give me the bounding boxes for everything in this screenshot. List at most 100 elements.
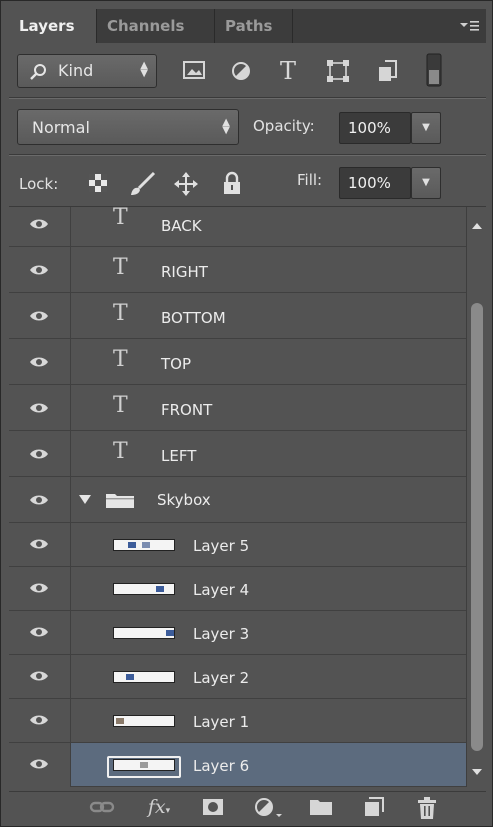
visibility-toggle[interactable] xyxy=(9,523,71,567)
layer-name: FRONT xyxy=(161,401,213,419)
tab-channels[interactable]: Channels xyxy=(97,9,215,43)
layer-style-fx-icon[interactable]: fx▾ xyxy=(141,796,177,820)
layer-row-left[interactable]: T LEFT xyxy=(9,431,466,477)
layer-thumbnail xyxy=(113,627,175,639)
filter-smart-object-icon[interactable] xyxy=(375,59,401,83)
eye-icon xyxy=(30,715,48,725)
layers-scrollbar[interactable] xyxy=(466,207,486,787)
panel-menu-icon[interactable] xyxy=(458,17,480,37)
delete-layer-trash-icon[interactable] xyxy=(413,796,441,820)
layer-name: TOP xyxy=(161,355,192,373)
layer-name: Layer 3 xyxy=(193,625,250,643)
visibility-toggle[interactable] xyxy=(9,207,71,247)
eye-icon xyxy=(30,265,48,275)
link-layers-icon[interactable] xyxy=(87,796,117,820)
folder-icon xyxy=(106,494,134,508)
new-group-folder-icon[interactable] xyxy=(307,796,335,820)
scroll-up-arrow-icon[interactable] xyxy=(472,223,482,229)
fill-label: Fill: xyxy=(297,171,323,189)
filter-toggle-switch[interactable] xyxy=(425,53,443,87)
filter-pixel-icon[interactable] xyxy=(181,60,207,82)
add-mask-icon[interactable] xyxy=(199,796,227,820)
tab-layers[interactable]: Layers xyxy=(9,9,97,43)
layer-row-layer-3[interactable]: Layer 3 xyxy=(9,611,466,655)
lock-position-icon[interactable] xyxy=(173,171,199,197)
eye-icon xyxy=(30,219,48,229)
layer-thumbnail xyxy=(113,715,175,727)
new-adjustment-layer-icon[interactable] xyxy=(251,796,285,820)
visibility-toggle[interactable] xyxy=(9,339,71,385)
dropdown-arrows-icon: ▲ ▼ xyxy=(222,117,230,136)
layer-row-layer-2[interactable]: Layer 2 xyxy=(9,655,466,699)
fill-slider-toggle[interactable]: ▼ xyxy=(411,167,441,199)
eye-icon xyxy=(30,311,48,321)
layers-bottom-bar: fx▾ xyxy=(9,791,486,823)
layer-name: Layer 6 xyxy=(193,757,250,775)
layer-name: LEFT xyxy=(161,447,197,465)
layer-row-layer-5[interactable]: Layer 5 xyxy=(9,523,466,567)
eye-icon xyxy=(30,403,48,413)
visibility-toggle[interactable] xyxy=(9,655,71,699)
opacity-input[interactable]: 100% xyxy=(339,112,411,144)
layer-row-back[interactable]: T BACK xyxy=(9,207,466,247)
layer-group-skybox[interactable]: Skybox xyxy=(9,477,466,523)
layers-panel: Layers Channels Paths Kind ▲ ▼ T Normal ▲… xyxy=(0,0,493,827)
lock-image-pixels-icon[interactable] xyxy=(127,171,157,197)
layer-row-layer-6[interactable]: Layer 6 xyxy=(9,743,466,787)
layer-row-layer-1[interactable]: Layer 1 xyxy=(9,699,466,743)
filter-kind-dropdown[interactable]: Kind ▲ ▼ xyxy=(17,54,157,88)
visibility-toggle[interactable] xyxy=(9,567,71,611)
panel-tab-bar: Layers Channels Paths xyxy=(9,9,486,43)
type-layer-icon: T xyxy=(113,393,128,418)
lock-all-icon[interactable] xyxy=(221,171,243,197)
eye-icon xyxy=(30,759,48,769)
layers-list: T BACK T RIGHT T BOTTOM T TOP T FRONT T … xyxy=(9,207,466,787)
layer-name: BOTTOM xyxy=(161,309,226,327)
eye-icon xyxy=(30,583,48,593)
blend-mode-dropdown[interactable]: Normal ▲ ▼ xyxy=(17,109,239,145)
layer-thumbnail xyxy=(113,671,175,683)
scrollbar-thumb[interactable] xyxy=(471,303,483,751)
layer-row-top[interactable]: T TOP xyxy=(9,339,466,385)
visibility-toggle[interactable] xyxy=(9,699,71,743)
filter-adjustment-icon[interactable] xyxy=(229,60,253,82)
layer-row-bottom[interactable]: T BOTTOM xyxy=(9,293,466,339)
new-layer-icon[interactable] xyxy=(359,796,387,820)
layer-name: RIGHT xyxy=(161,263,208,281)
group-expand-arrow-icon[interactable] xyxy=(79,495,91,504)
eye-icon xyxy=(30,357,48,367)
fill-input[interactable]: 100% xyxy=(339,167,411,199)
layer-row-front[interactable]: T FRONT xyxy=(9,385,466,431)
lock-transparent-pixels-icon[interactable] xyxy=(87,173,109,195)
visibility-toggle[interactable] xyxy=(9,385,71,431)
layer-row-layer-4[interactable]: Layer 4 xyxy=(9,567,466,611)
layer-thumbnail xyxy=(113,583,175,595)
filter-type-icon[interactable]: T xyxy=(275,57,301,85)
type-layer-icon: T xyxy=(113,347,128,372)
scroll-down-arrow-icon[interactable] xyxy=(472,769,482,775)
eye-icon xyxy=(30,495,48,505)
layer-thumbnail xyxy=(113,539,175,551)
visibility-toggle[interactable] xyxy=(9,247,71,293)
layer-row-right[interactable]: T RIGHT xyxy=(9,247,466,293)
layer-name: Skybox xyxy=(157,491,211,509)
type-layer-icon: T xyxy=(113,301,128,326)
visibility-toggle[interactable] xyxy=(9,431,71,477)
lock-label: Lock: xyxy=(19,175,59,193)
layer-name: BACK xyxy=(161,217,202,235)
type-layer-icon: T xyxy=(113,255,128,280)
filter-kind-label: Kind xyxy=(58,61,94,80)
filter-shape-icon[interactable] xyxy=(325,59,351,83)
visibility-toggle[interactable] xyxy=(9,611,71,655)
visibility-toggle[interactable] xyxy=(9,477,71,523)
layer-name: Layer 1 xyxy=(193,713,250,731)
eye-icon xyxy=(30,627,48,637)
type-layer-icon: T xyxy=(113,207,128,230)
layer-thumbnail xyxy=(113,759,175,771)
opacity-slider-toggle[interactable]: ▼ xyxy=(411,112,441,144)
dropdown-arrows-icon: ▲ ▼ xyxy=(140,60,148,79)
layer-name: Layer 4 xyxy=(193,581,250,599)
tab-paths[interactable]: Paths xyxy=(215,9,293,43)
visibility-toggle[interactable] xyxy=(9,293,71,339)
visibility-toggle[interactable] xyxy=(9,743,71,787)
